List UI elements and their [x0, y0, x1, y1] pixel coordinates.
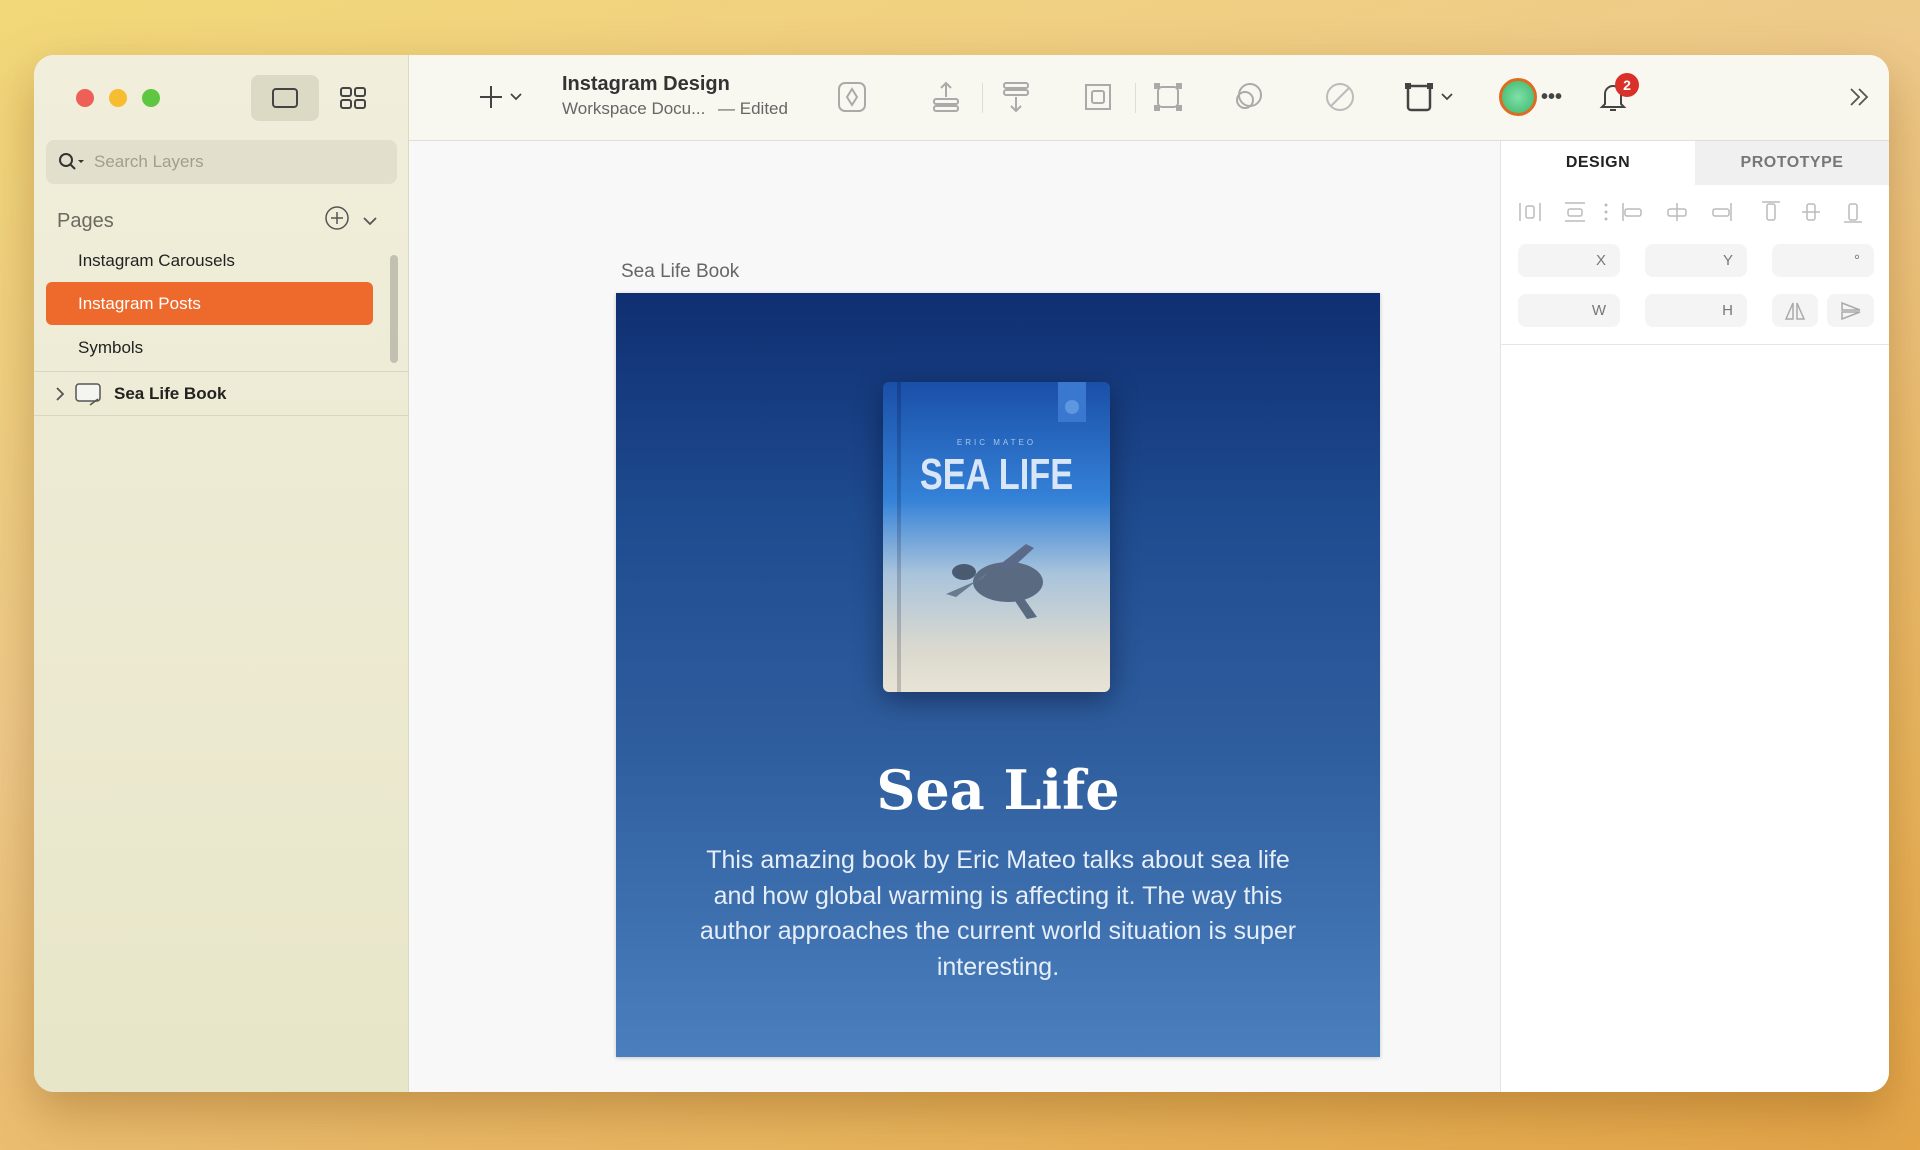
height-field[interactable]: H — [1645, 294, 1747, 327]
collapse-pages-button[interactable] — [362, 210, 378, 233]
book-cover-title: SEA LIFE — [919, 450, 1074, 499]
more-icon[interactable]: ••• — [1541, 86, 1562, 109]
add-page-button[interactable] — [324, 205, 350, 237]
inspector-panel: DESIGN PROTOTYPE X Y ° W H — [1500, 141, 1889, 1092]
canvas[interactable]: Sea Life Book ERIC MATEO SEA LIFE Sea Li… — [409, 141, 1534, 1092]
pages-label: Pages — [57, 209, 114, 232]
pages-scrollbar[interactable] — [390, 255, 398, 363]
resize-options-button[interactable] — [1404, 79, 1458, 115]
mask-button[interactable] — [1232, 79, 1264, 115]
document-title: Instagram Design — [562, 73, 730, 95]
tab-prototype[interactable]: PROTOTYPE — [1695, 141, 1889, 185]
ungroup-icon — [1154, 83, 1182, 111]
rotation-label: ° — [1854, 252, 1860, 269]
page-label: Symbols — [78, 337, 144, 357]
insert-button[interactable] — [479, 79, 523, 115]
turtle-illustration — [946, 544, 1043, 619]
book-author: ERIC MATEO — [956, 438, 1037, 447]
group-icon — [1085, 84, 1111, 110]
double-chevron-right-icon — [1850, 88, 1869, 106]
flip-horizontal-button[interactable] — [1772, 294, 1818, 327]
post-heading: Sea Life — [876, 758, 1120, 822]
chevron-down-icon — [363, 216, 377, 225]
ungroup-button[interactable] — [1152, 79, 1184, 115]
x-field[interactable]: X — [1518, 244, 1620, 277]
flip-horizontal-icon — [1784, 302, 1806, 320]
layer-row[interactable]: Sea Life Book — [34, 371, 409, 416]
zoom-button[interactable] — [142, 89, 160, 107]
avatar — [1499, 78, 1537, 116]
divider — [1501, 344, 1889, 345]
x-label: X — [1595, 252, 1606, 269]
artboard-sea-life-book[interactable]: ERIC MATEO SEA LIFE Sea Life This amazin… — [616, 293, 1380, 1057]
book-cover-image: ERIC MATEO SEA LIFE — [883, 382, 1110, 692]
minimize-button[interactable] — [109, 89, 127, 107]
flip-vertical-button[interactable] — [1827, 294, 1874, 327]
pages-header: Pages — [57, 205, 378, 237]
layer-label: Sea Life Book — [114, 383, 227, 403]
page-item-selected[interactable]: Instagram Posts — [46, 282, 373, 325]
edit-path-button[interactable] — [1324, 79, 1356, 115]
document-status: — Edited — [718, 99, 788, 118]
grid-icon — [340, 87, 366, 109]
grid-view-button[interactable] — [319, 75, 387, 121]
page-item[interactable]: Symbols — [46, 326, 373, 369]
page-label: Instagram Carousels — [78, 250, 235, 270]
expand-inspector-button[interactable] — [1847, 79, 1871, 115]
toolbar: Instagram Design Workspace Docu... — Edi… — [409, 55, 1889, 141]
chevron-right-icon[interactable] — [52, 386, 68, 402]
artboard-icon — [75, 382, 101, 406]
notification-badge: 2 — [1615, 73, 1639, 97]
document-location: Workspace Docu... — [562, 99, 706, 118]
page-label: Instagram Posts — [78, 293, 201, 313]
mask-icon — [1236, 83, 1262, 109]
canvas-view-button[interactable] — [251, 75, 319, 121]
move-forward-button[interactable] — [930, 79, 962, 115]
alignment-toolbar[interactable] — [1517, 199, 1877, 225]
collaborator-avatar[interactable]: ••• — [1499, 78, 1562, 116]
search-placeholder: Search Layers — [94, 152, 204, 171]
bring-forward-icon — [933, 81, 959, 112]
y-field[interactable]: Y — [1645, 244, 1747, 277]
tab-label: DESIGN — [1565, 154, 1631, 171]
h-label: H — [1722, 302, 1733, 319]
app-window: Search Layers Pages Instagram Carousels … — [34, 55, 1889, 1092]
group-button[interactable] — [1082, 79, 1114, 115]
artboard-label[interactable]: Sea Life Book — [621, 261, 739, 283]
plus-icon — [480, 86, 522, 108]
page-item[interactable]: Instagram Carousels — [46, 239, 373, 282]
flip-vertical-icon — [1840, 301, 1860, 320]
document-title-block[interactable]: Instagram Design Workspace Docu... — Edi… — [562, 73, 788, 119]
frame-icon — [1405, 83, 1453, 112]
plus-circle-icon — [325, 206, 349, 230]
vector-edit-icon — [1326, 83, 1354, 111]
post-description: This amazing book by Eric Mateo talks ab… — [699, 846, 1297, 981]
sidebar: Search Layers Pages Instagram Carousels … — [34, 55, 409, 1092]
move-backward-button[interactable] — [1000, 79, 1032, 115]
create-symbol-button[interactable] — [836, 79, 868, 115]
y-label: Y — [1722, 252, 1733, 269]
tab-label: PROTOTYPE — [1740, 154, 1844, 171]
rotation-field[interactable]: ° — [1772, 244, 1874, 277]
close-button[interactable] — [76, 89, 94, 107]
send-backward-icon — [1003, 82, 1029, 113]
search-layers-input[interactable]: Search Layers — [46, 140, 397, 184]
search-icon — [59, 153, 84, 170]
width-field[interactable]: W — [1518, 294, 1620, 327]
window-icon — [272, 88, 298, 108]
w-label: W — [1591, 302, 1606, 319]
tab-design[interactable]: DESIGN — [1501, 141, 1695, 185]
symbol-icon — [838, 82, 866, 112]
notifications-button[interactable]: 2 — [1597, 73, 1639, 115]
